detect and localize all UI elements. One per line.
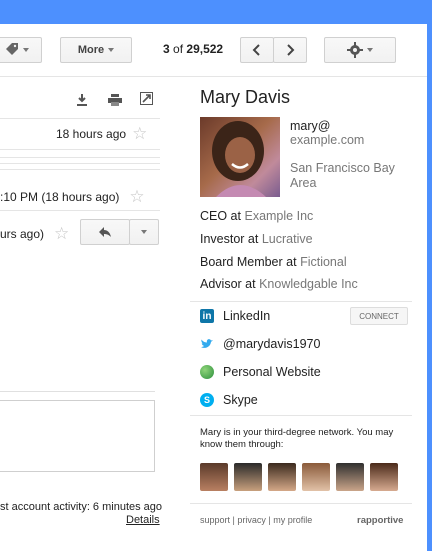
chevron-down-icon	[108, 48, 115, 52]
account-activity: st account activity: 6 minutes ago	[0, 501, 163, 513]
social-website[interactable]: Personal Website	[200, 365, 321, 379]
role-company[interactable]: Knowledgable Inc	[259, 277, 358, 291]
social-linkedin[interactable]: in LinkedIn	[200, 309, 270, 323]
role-4: Advisor at Knowledgable Inc	[200, 277, 358, 291]
skype-icon: S	[200, 393, 214, 407]
profile-link[interactable]: my profile	[273, 515, 312, 525]
email-line-2[interactable]: example.com	[290, 133, 364, 147]
page-total: 29,522	[186, 42, 224, 56]
reply-button[interactable]	[80, 219, 130, 245]
role-company[interactable]: Lucrative	[262, 232, 313, 246]
brand-logo[interactable]: rapportive	[357, 515, 403, 526]
location-line-2: Area	[290, 176, 317, 190]
labels-button[interactable]	[0, 37, 42, 63]
role-title: Investor at	[200, 232, 259, 246]
older-button[interactable]	[273, 37, 307, 63]
chevron-down-icon	[367, 48, 373, 52]
top-bar	[0, 0, 432, 24]
avatar[interactable]	[302, 463, 330, 491]
social-skype[interactable]: S Skype	[200, 393, 258, 407]
download-icon[interactable]	[76, 93, 88, 111]
reply-box[interactable]	[0, 400, 155, 472]
new-window-icon[interactable]	[140, 92, 153, 110]
message-time: urs ago)	[0, 227, 45, 241]
role-title: CEO at	[200, 209, 241, 223]
twitter-icon	[200, 337, 214, 351]
social-label: Skype	[223, 393, 258, 407]
divider	[190, 503, 412, 504]
divider	[0, 149, 160, 150]
chevron-down-icon	[23, 48, 29, 52]
mutual-connections	[200, 463, 398, 491]
social-label: Personal Website	[223, 365, 321, 379]
avatar	[212, 121, 266, 197]
newer-button[interactable]	[240, 37, 274, 63]
divider	[0, 163, 160, 164]
more-button[interactable]: More	[60, 37, 132, 63]
support-link[interactable]: support	[200, 515, 230, 525]
star-icon[interactable]: ☆	[132, 124, 147, 144]
contact-name: Mary Davis	[200, 87, 291, 107]
gear-icon	[347, 42, 363, 58]
page-counter: 3 of 29,522	[163, 42, 223, 56]
avatar[interactable]	[234, 463, 262, 491]
reply-more-button[interactable]	[129, 219, 159, 245]
social-twitter[interactable]: @marydavis1970	[200, 337, 320, 351]
email-line-1: mary@	[290, 119, 331, 133]
avatar[interactable]	[370, 463, 398, 491]
message-time: 18 hours ago	[56, 127, 127, 141]
sidebar-footer: support | privacy | my profile	[200, 515, 313, 525]
avatar[interactable]	[336, 463, 364, 491]
linkedin-icon: in	[200, 309, 214, 323]
star-icon[interactable]: ☆	[54, 224, 69, 244]
message-time: :10 PM (18 hours ago)	[0, 190, 120, 204]
role-2: Investor at Lucrative	[200, 232, 313, 246]
mail-toolbar: More 3 of 29,522	[0, 24, 427, 77]
divider	[0, 210, 160, 211]
star-icon[interactable]: ☆	[129, 187, 144, 207]
print-icon[interactable]	[108, 93, 122, 111]
connect-button[interactable]: CONNECT	[350, 307, 408, 325]
message-row-2[interactable]: :10 PM (18 hours ago) ☆	[0, 184, 145, 210]
globe-icon	[200, 365, 214, 379]
page-current: 3	[163, 42, 170, 56]
role-company[interactable]: Example Inc	[244, 209, 313, 223]
network-text: Mary is in your third-degree network. Yo…	[200, 427, 394, 450]
tag-icon	[6, 43, 18, 55]
page-of: of	[173, 42, 184, 56]
role-title: Board Member at	[200, 255, 297, 269]
message-row-3[interactable]: urs ago) ☆	[0, 221, 69, 247]
divider	[0, 391, 155, 392]
message-row-1[interactable]: 18 hours ago ☆	[56, 121, 147, 147]
reply-icon	[99, 227, 111, 237]
privacy-link[interactable]: privacy	[237, 515, 266, 525]
contact-photo	[200, 117, 280, 197]
chevron-right-icon	[287, 44, 295, 56]
divider	[190, 301, 412, 302]
role-company[interactable]: Fictional	[300, 255, 347, 269]
avatar[interactable]	[200, 463, 228, 491]
divider	[0, 169, 160, 170]
avatar[interactable]	[268, 463, 296, 491]
window-edge	[427, 24, 432, 551]
divider	[0, 157, 160, 158]
chevron-down-icon	[141, 230, 147, 234]
divider	[190, 415, 412, 416]
email-thread: 18 hours ago ☆ :10 PM (18 hours ago) ☆ u…	[0, 77, 170, 551]
role-3: Board Member at Fictional	[200, 255, 347, 269]
details-link[interactable]: Details	[126, 514, 160, 526]
social-label: @marydavis1970	[223, 337, 321, 351]
role-title: Advisor at	[200, 277, 256, 291]
more-label: More	[77, 44, 105, 56]
location-line-1: San Francisco Bay	[290, 161, 395, 175]
settings-button[interactable]	[324, 37, 396, 63]
role-1: CEO at Example Inc	[200, 209, 313, 223]
social-label: LinkedIn	[223, 309, 271, 323]
chevron-left-icon	[252, 44, 260, 56]
